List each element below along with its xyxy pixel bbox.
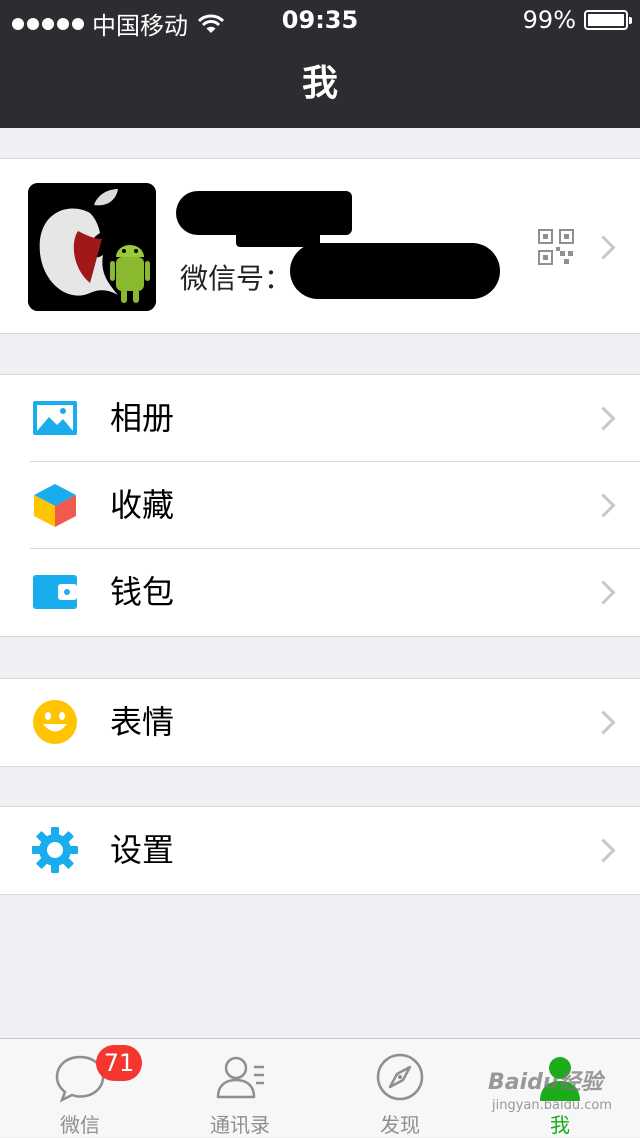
profile-card[interactable]: 微信号： — [0, 158, 640, 334]
chevron-right-icon — [591, 493, 616, 518]
wallet-icon — [33, 575, 77, 609]
baidu-watermark-url: jingyan.baidu.com — [492, 1098, 612, 1113]
chevron-right-icon — [591, 710, 616, 735]
tab-discover[interactable]: 发现 — [320, 1039, 480, 1137]
menu-group-settings: 设置 — [0, 806, 640, 895]
battery-percent: 99% — [522, 6, 576, 34]
favorites-cube-icon — [34, 484, 76, 527]
menu-item-label: 相册 — [110, 399, 175, 437]
photo-album-icon — [33, 401, 77, 435]
menu-group-main: 相册 收藏 钱包 — [0, 374, 640, 637]
menu-item-label: 收藏 — [110, 486, 175, 524]
battery-icon — [584, 10, 632, 30]
status-bar: 中国移动 09:35 99% — [0, 0, 640, 40]
tab-label: 发现 — [380, 1113, 420, 1137]
menu-item-settings[interactable]: 设置 — [0, 807, 640, 894]
page-title: 我 — [0, 40, 640, 128]
tab-chats[interactable]: 71 微信 — [0, 1039, 160, 1137]
tab-label: 通讯录 — [210, 1113, 270, 1137]
smiley-icon — [33, 700, 77, 744]
gear-icon — [32, 827, 78, 873]
menu-item-label: 钱包 — [110, 573, 175, 611]
menu-group-stickers: 表情 — [0, 678, 640, 767]
chevron-right-icon — [591, 580, 616, 605]
apple-android-avatar-image — [28, 183, 156, 311]
menu-item-stickers[interactable]: 表情 — [0, 679, 640, 766]
menu-item-label: 设置 — [110, 831, 175, 869]
avatar[interactable] — [28, 183, 156, 311]
menu-item-label: 表情 — [110, 703, 175, 741]
unread-badge: 71 — [96, 1045, 142, 1081]
menu-item-favorites[interactable]: 收藏 — [0, 462, 640, 549]
chevron-right-icon — [591, 235, 616, 260]
menu-item-wallet[interactable]: 钱包 — [0, 549, 640, 636]
redacted-wechat-id — [290, 243, 500, 299]
tab-contacts[interactable]: 通讯录 — [160, 1039, 320, 1137]
compass-icon — [376, 1053, 424, 1101]
tab-label: 微信 — [60, 1113, 100, 1137]
baidu-watermark: Baidu经验 — [488, 1070, 603, 1095]
redacted-nickname-part — [236, 225, 320, 247]
contacts-icon — [216, 1056, 264, 1099]
qr-code-icon[interactable] — [538, 229, 574, 265]
menu-item-album[interactable]: 相册 — [0, 375, 640, 462]
chevron-right-icon — [591, 406, 616, 431]
tab-label: 我 — [550, 1113, 570, 1137]
chevron-right-icon — [591, 838, 616, 863]
wechat-id-label: 微信号： — [180, 262, 293, 295]
